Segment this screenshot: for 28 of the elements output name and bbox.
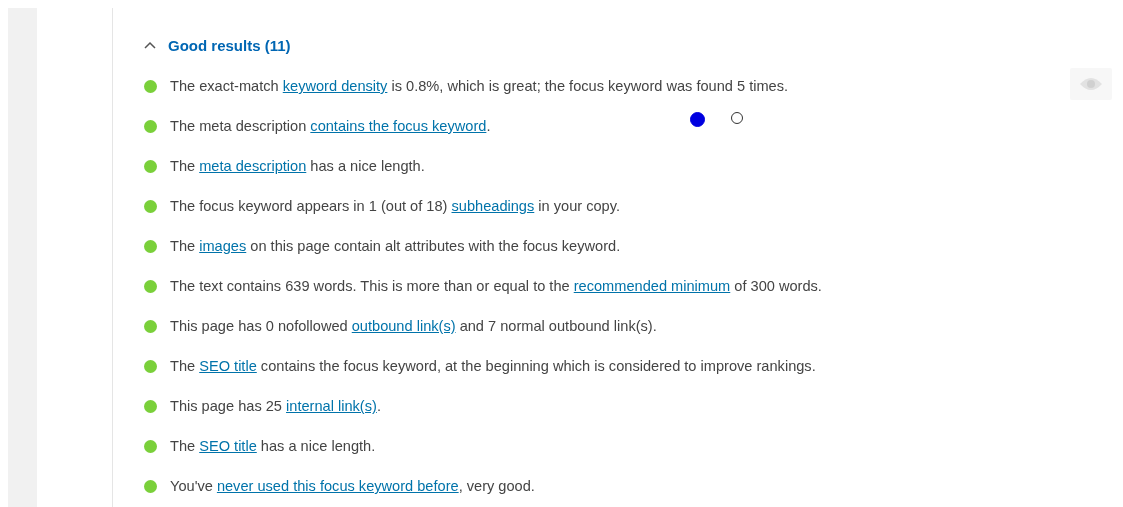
pager-dot[interactable] [690, 112, 705, 127]
result-text: You've never used this focus keyword before, very good. [170, 478, 535, 494]
result-text: The meta description has a nice length. [170, 158, 425, 174]
link[interactable]: never used this focus keyword before [216, 478, 459, 494]
result-text: The SEO title contains the focus keyword, at the beginning which is considered to improve rankings. [170, 358, 816, 374]
link[interactable]: contains the focus keyword [310, 118, 487, 134]
pager-dot[interactable] [731, 112, 743, 124]
link[interactable]: internal link(s) [286, 398, 377, 414]
link[interactable]: SEO title [199, 438, 257, 454]
result-text: The SEO title has a nice length. [170, 438, 376, 454]
eye-icon [1079, 76, 1103, 92]
result-text: The focus keyword appears in 1 (out of 18) subheadings in your copy. [170, 198, 620, 214]
result-text: The images on this page contain alt attributes with the focus keyword. [170, 238, 621, 254]
result-text: The exact-match keyword density is 0.8%, which is great; the focus keyword was found 5 times. [170, 78, 789, 94]
result-text: The text contains 639 words. This is more than or equal to the recommended minimum of 300 words. [170, 278, 822, 294]
result-text: This page has 0 nofollowed outbound link(s) and 7 normal outbound link(s). [170, 318, 657, 334]
link[interactable]: meta description [199, 158, 307, 174]
chevron-up-icon [144, 41, 156, 49]
link[interactable]: images [199, 238, 247, 254]
section-toggle[interactable]: Good results (11) [144, 36, 291, 54]
marker-button[interactable] [1070, 68, 1112, 100]
result-text: This page has 25 internal link(s). [170, 398, 381, 414]
link[interactable]: subheadings [451, 198, 535, 214]
result-text: The meta description contains the focus keyword. [170, 118, 491, 134]
link[interactable]: recommended minimum [573, 278, 731, 294]
link[interactable]: SEO title [199, 358, 257, 374]
link[interactable]: keyword density [282, 78, 388, 94]
link[interactable]: outbound link(s) [351, 318, 456, 334]
